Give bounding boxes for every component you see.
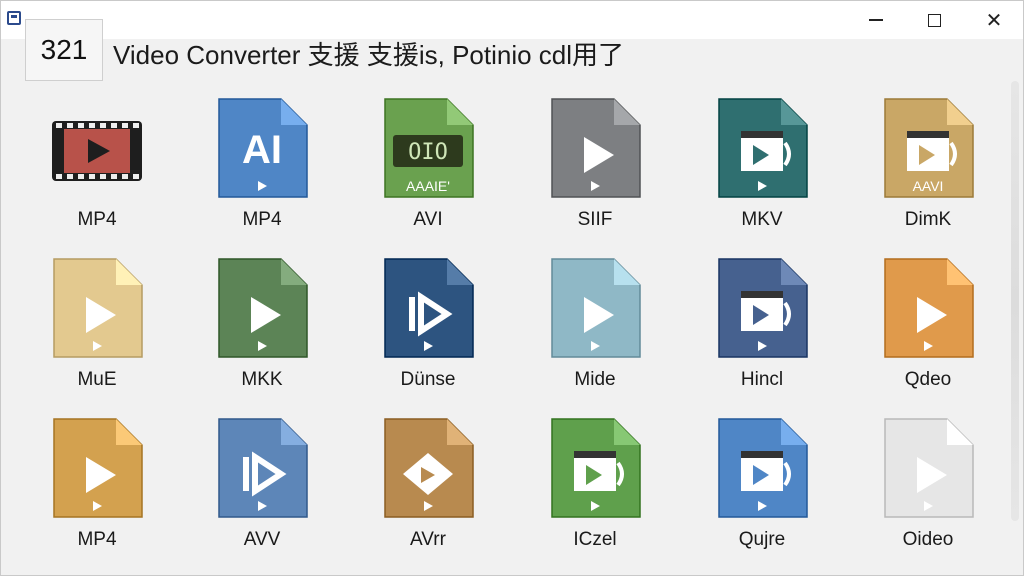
file-type-item[interactable]: Mide	[525, 251, 665, 401]
file-type-label: Qujre	[738, 529, 786, 550]
video-file-icon	[381, 257, 475, 361]
close-icon: ✕	[985, 8, 1003, 32]
file-type-label: SIIF	[577, 209, 613, 230]
video-file-icon	[715, 257, 809, 361]
video-file-icon	[548, 257, 642, 361]
app-version-badge: 321	[25, 19, 103, 81]
file-type-label: Qdeo	[904, 369, 952, 390]
video-file-icon	[881, 417, 975, 521]
svg-text:OIO: OIO	[408, 140, 448, 165]
file-type-item[interactable]: MKV	[692, 91, 832, 241]
file-type-label: MP4	[77, 529, 117, 550]
file-type-item[interactable]: AAVI DimK	[858, 91, 998, 241]
svg-text:AAVI: AAVI	[913, 178, 944, 194]
video-file-icon	[715, 97, 809, 201]
file-grid: MP4 AI MP4 OIO AAAIE' AVI SIIF MKV AAVI DimK MuE MK…	[1, 91, 1009, 571]
file-type-item[interactable]: MP4	[27, 91, 167, 241]
video-file-icon	[215, 417, 309, 521]
file-type-label: MuE	[77, 369, 117, 390]
file-type-label: Dünse	[400, 369, 456, 390]
ai-file-icon: AI	[215, 97, 309, 201]
video-file-icon	[215, 257, 309, 361]
title-bar[interactable]: ✕	[1, 1, 1023, 39]
file-type-label: AVI	[413, 209, 443, 230]
video-file-icon: AAVI	[881, 97, 975, 201]
file-type-item[interactable]: Oideo	[858, 411, 998, 561]
file-type-label: AVrr	[410, 529, 446, 550]
maximize-button[interactable]	[905, 1, 963, 39]
file-type-label: DimK	[904, 209, 952, 230]
file-type-item[interactable]: OIO AAAIE' AVI	[358, 91, 498, 241]
video-file-icon	[548, 97, 642, 201]
file-type-label: MKV	[741, 209, 783, 230]
svg-text:AAAIE': AAAIE'	[406, 178, 450, 194]
minimize-icon	[869, 19, 883, 21]
file-type-item[interactable]: Dünse	[358, 251, 498, 401]
app-logo-icon	[7, 11, 21, 25]
file-type-item[interactable]: Hincl	[692, 251, 832, 401]
file-type-item[interactable]: AI MP4	[192, 91, 332, 241]
scrollbar[interactable]	[1011, 81, 1019, 521]
file-type-item[interactable]: Qdeo	[858, 251, 998, 401]
svg-text:AI: AI	[242, 128, 282, 172]
video-file-icon	[715, 417, 809, 521]
file-type-item[interactable]: MKK	[192, 251, 332, 401]
file-type-item[interactable]: AVV	[192, 411, 332, 561]
file-type-label: AVV	[243, 529, 281, 550]
file-type-item[interactable]: AVrr	[358, 411, 498, 561]
file-type-label: MP4	[77, 209, 117, 230]
file-type-item[interactable]: SIIF	[525, 91, 665, 241]
close-button[interactable]: ✕	[965, 1, 1023, 39]
film-strip-icon	[50, 97, 144, 201]
app-window: ✕ 321 Video Converter 支援 支援is, Potinio c…	[0, 0, 1024, 576]
maximize-icon	[927, 13, 941, 27]
file-type-item[interactable]: Qujre	[692, 411, 832, 561]
file-type-label: Oideo	[902, 529, 954, 550]
file-type-item[interactable]: ICzel	[525, 411, 665, 561]
file-type-label: MKK	[241, 369, 283, 390]
video-file-icon	[548, 417, 642, 521]
file-type-item[interactable]: MuE	[27, 251, 167, 401]
file-type-label: Hincl	[740, 369, 784, 390]
minimize-button[interactable]	[847, 1, 905, 39]
video-file-icon	[50, 257, 144, 361]
avi-file-icon: OIO AAAIE'	[381, 97, 475, 201]
file-type-item[interactable]: MP4	[27, 411, 167, 561]
file-type-label: Mide	[574, 369, 616, 390]
video-file-icon	[881, 257, 975, 361]
video-file-icon	[50, 417, 144, 521]
video-file-icon	[381, 417, 475, 521]
page-title: Video Converter 支援 支援is, Potinio cdl用了	[113, 40, 625, 70]
file-type-label: ICzel	[573, 529, 617, 550]
file-type-label: MP4	[242, 209, 282, 230]
